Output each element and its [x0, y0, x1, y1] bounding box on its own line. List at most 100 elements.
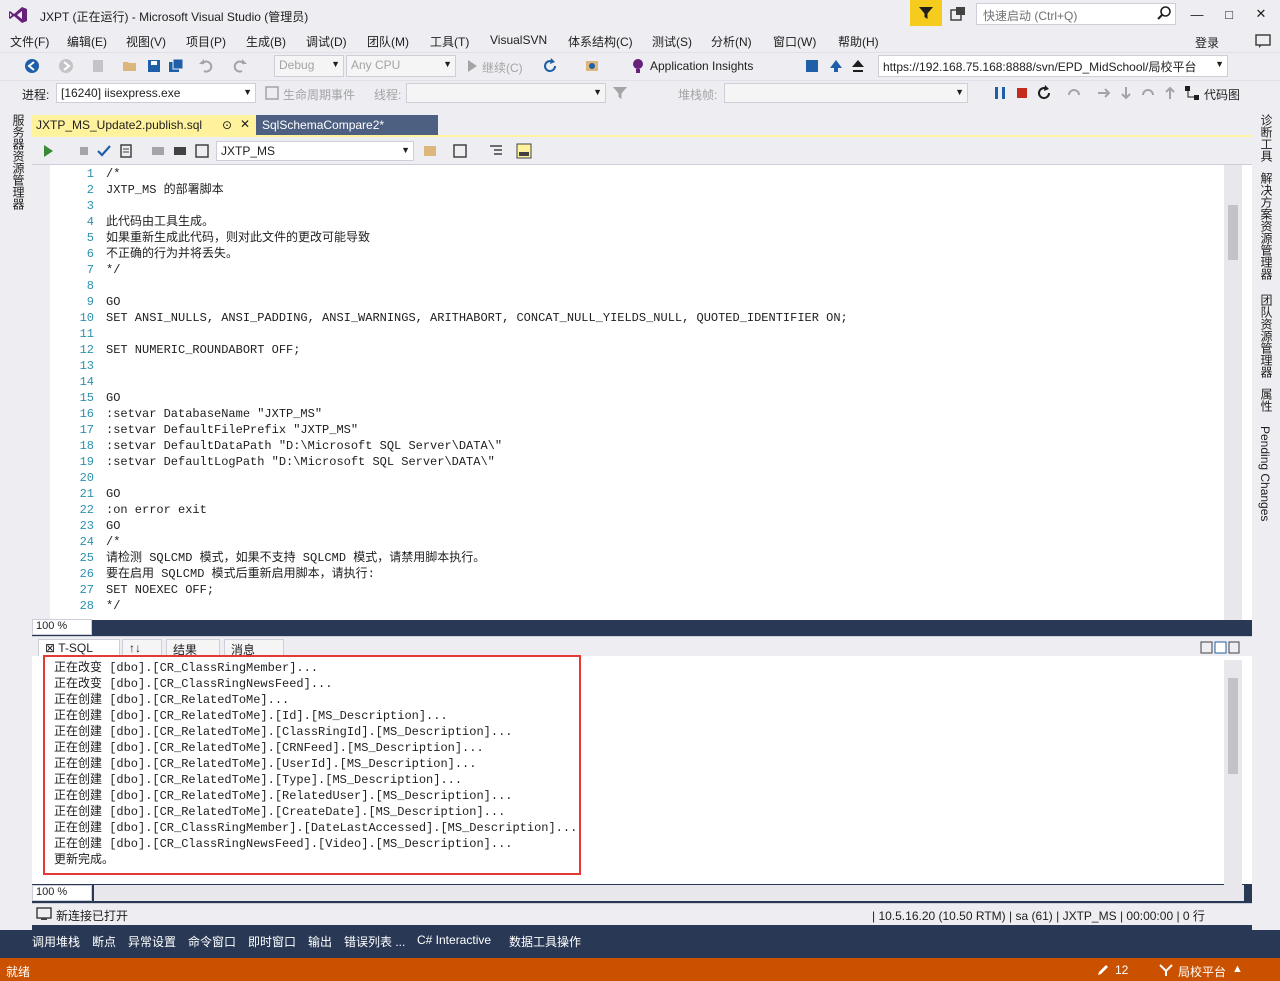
pane-layout-icons[interactable]: [1200, 641, 1240, 654]
tab-exception-settings[interactable]: 异常设置: [128, 933, 176, 950]
menu-build[interactable]: 生成(B): [246, 33, 286, 50]
step-back-icon[interactable]: [1140, 85, 1156, 101]
close-button[interactable]: ✕: [1248, 4, 1274, 24]
code-line[interactable]: 25 请检测 SQLCMD 模式，如果不支持 SQLCMD 模式，请禁用脚本执行。: [60, 550, 848, 566]
svn-update-icon[interactable]: [804, 58, 820, 74]
code-line[interactable]: 27 SET NOEXEC OFF;: [60, 582, 848, 598]
properties-tab[interactable]: 属性: [1258, 388, 1275, 412]
menu-visualsvn[interactable]: VisualSVN: [490, 33, 547, 47]
code-line[interactable]: 4 此代码由工具生成。: [60, 214, 848, 230]
diagnostic-tools-tab[interactable]: 诊断工具: [1258, 114, 1275, 162]
connect-icon[interactable]: [150, 143, 166, 159]
menu-architecture[interactable]: 体系结构(C): [568, 33, 633, 50]
solution-configuration-select[interactable]: Debug ▼: [274, 55, 344, 77]
code-line[interactable]: 26 要在启用 SQLCMD 模式后重新启用脚本，请执行:: [60, 566, 848, 582]
restart-icon[interactable]: [1036, 85, 1052, 101]
tab-messages[interactable]: 消息: [224, 639, 284, 657]
navigate-back-icon[interactable]: [24, 58, 40, 74]
code-map-icon[interactable]: [1184, 85, 1200, 101]
messages-scrollbar-thumb[interactable]: [1228, 678, 1238, 774]
redo-icon[interactable]: [232, 58, 248, 74]
server-explorer-tab[interactable]: 服务器资源管理器: [10, 114, 27, 210]
cancel-query-icon[interactable]: [76, 143, 92, 159]
svn-commit-icon[interactable]: [828, 58, 844, 74]
thread-select[interactable]: ▼: [406, 83, 606, 103]
toggle-results-pane-icon[interactable]: [516, 143, 532, 159]
application-insights-button[interactable]: Application Insights: [650, 59, 753, 73]
code-line[interactable]: 17:setvar DefaultFilePrefix "JXTP_MS": [60, 422, 848, 438]
step-out-icon[interactable]: [1162, 85, 1178, 101]
browser-link-icon[interactable]: [584, 58, 600, 74]
branch-label[interactable]: 局校平台: [1178, 963, 1226, 980]
editor-zoom-select[interactable]: 100 %: [32, 619, 92, 635]
menu-tools[interactable]: 工具(T): [430, 33, 469, 50]
tab-output[interactable]: 输出: [308, 933, 332, 950]
process-select[interactable]: [16240] iisexpress.exe ▼: [56, 83, 256, 103]
database-select[interactable]: JXTP_MS ▼: [216, 141, 414, 161]
code-line[interactable]: 11: [60, 326, 848, 342]
tab-tsql[interactable]: ⊠ T-SQL: [38, 639, 120, 656]
code-line[interactable]: 20: [60, 470, 848, 486]
notification-filter-button[interactable]: [910, 0, 942, 26]
code-line[interactable]: 9 GO: [60, 294, 848, 310]
code-line[interactable]: 5 如果重新生成此代码，则对此文件的更改可能导致: [60, 230, 848, 246]
maximize-button[interactable]: □: [1216, 4, 1242, 24]
menu-view[interactable]: 视图(V): [126, 33, 166, 50]
navigate-forward-icon[interactable]: [58, 58, 74, 74]
open-file-icon[interactable]: [122, 58, 138, 74]
display-plan-icon[interactable]: [118, 143, 134, 159]
tab-call-stack[interactable]: 调用堆栈: [32, 933, 80, 950]
change-connection-icon[interactable]: [194, 143, 210, 159]
code-line[interactable]: 23 GO: [60, 518, 848, 534]
pause-icon[interactable]: [992, 85, 1008, 101]
code-line[interactable]: 10 SET ANSI_NULLS, ANSI_PADDING, ANSI_WAR…: [60, 310, 848, 326]
indent-icon[interactable]: [488, 143, 504, 159]
undo-icon[interactable]: [198, 58, 214, 74]
editor-scrollbar-thumb[interactable]: [1228, 205, 1238, 260]
step-over-icon[interactable]: [1066, 85, 1082, 101]
solution-explorer-tab[interactable]: 解决方案资源管理器: [1258, 172, 1275, 280]
code-line[interactable]: 13: [60, 358, 848, 374]
solution-platform-select[interactable]: Any CPU ▼: [346, 55, 456, 77]
refresh-icon[interactable]: [542, 58, 558, 74]
code-line[interactable]: 12 SET NUMERIC_ROUNDABORT OFF;: [60, 342, 848, 358]
code-map-button[interactable]: 代码图: [1204, 86, 1240, 103]
code-line[interactable]: 7 */: [60, 262, 848, 278]
close-icon[interactable]: ✕: [240, 117, 250, 131]
feedback-icon[interactable]: [1254, 32, 1272, 50]
menu-team[interactable]: 团队(M): [367, 33, 409, 50]
code-line[interactable]: 16:setvar DatabaseName "JXTP_MS": [60, 406, 848, 422]
code-line[interactable]: 21 GO: [60, 486, 848, 502]
save-icon[interactable]: [146, 58, 162, 74]
menu-debug[interactable]: 调试(D): [306, 33, 347, 50]
tab-command-window[interactable]: 命令窗口: [188, 933, 236, 950]
menu-edit[interactable]: 编辑(E): [67, 33, 107, 50]
start-debugging-icon[interactable]: [464, 58, 480, 74]
menu-help[interactable]: 帮助(H): [838, 33, 879, 50]
code-line[interactable]: 8: [60, 278, 848, 294]
pending-changes-tab[interactable]: Pending Changes: [1258, 426, 1272, 521]
stop-debugging-icon[interactable]: [1014, 85, 1030, 101]
code-line[interactable]: 2 JXTP_MS 的部署脚本: [60, 182, 848, 198]
new-project-icon[interactable]: [90, 58, 106, 74]
svn-push-icon[interactable]: [850, 58, 866, 74]
stack-frame-select[interactable]: ▼: [724, 83, 968, 103]
messages-zoom-select[interactable]: 100 %: [32, 885, 92, 901]
save-all-icon[interactable]: [168, 58, 184, 74]
tab-breakpoints[interactable]: 断点: [92, 933, 116, 950]
code-line[interactable]: 22:on error exit: [60, 502, 848, 518]
code-line[interactable]: 3: [60, 198, 848, 214]
messages-horizontal-scrollbar[interactable]: [94, 885, 1244, 901]
pending-changes-count[interactable]: 12: [1115, 963, 1128, 977]
menu-window[interactable]: 窗口(W): [773, 33, 816, 50]
filter-threads-icon[interactable]: [612, 85, 628, 101]
code-line[interactable]: 24 /*: [60, 534, 848, 550]
pin-icon[interactable]: ⊙: [222, 118, 232, 132]
execute-icon[interactable]: [40, 143, 56, 159]
validate-syntax-icon[interactable]: [96, 143, 112, 159]
results-to-icon[interactable]: [452, 143, 468, 159]
disconnect-icon[interactable]: [172, 143, 188, 159]
sqlcmd-mode-icon[interactable]: [422, 143, 438, 159]
tab-results[interactable]: 结果: [166, 639, 220, 657]
continue-button[interactable]: 继续(C): [482, 59, 523, 76]
